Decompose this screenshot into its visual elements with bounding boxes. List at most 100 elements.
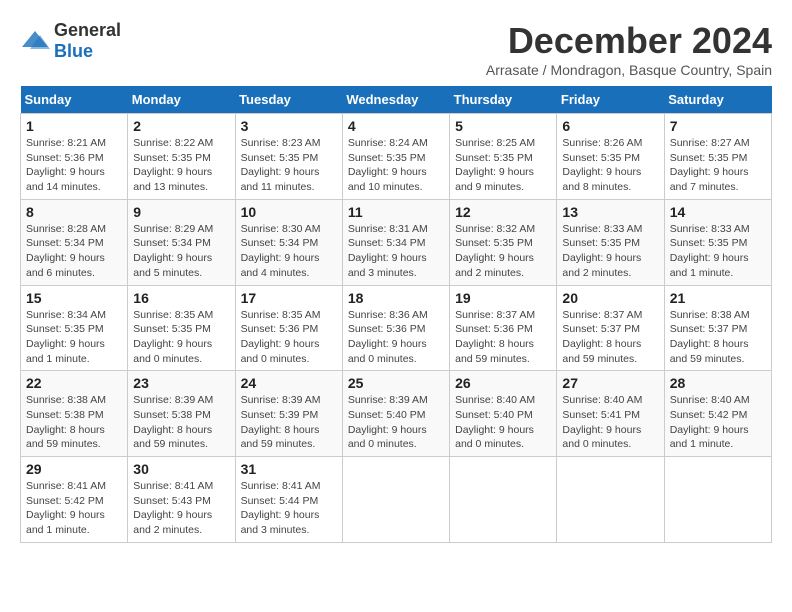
day-detail: Sunrise: 8:27 AMSunset: 5:35 PMDaylight:…: [670, 137, 750, 193]
column-header-tuesday: Tuesday: [235, 86, 342, 114]
day-detail: Sunrise: 8:38 AMSunset: 5:37 PMDaylight:…: [670, 309, 750, 365]
day-detail: Sunrise: 8:34 AMSunset: 5:35 PMDaylight:…: [26, 309, 106, 365]
column-header-friday: Friday: [557, 86, 664, 114]
day-detail: Sunrise: 8:29 AMSunset: 5:34 PMDaylight:…: [133, 223, 213, 279]
day-number: 10: [241, 204, 337, 220]
day-detail: Sunrise: 8:41 AMSunset: 5:42 PMDaylight:…: [26, 480, 106, 536]
calendar-header-row: SundayMondayTuesdayWednesdayThursdayFrid…: [21, 86, 772, 114]
day-detail: Sunrise: 8:35 AMSunset: 5:35 PMDaylight:…: [133, 309, 213, 365]
day-detail: Sunrise: 8:25 AMSunset: 5:35 PMDaylight:…: [455, 137, 535, 193]
day-number: 15: [26, 290, 122, 306]
day-number: 18: [348, 290, 444, 306]
day-number: 31: [241, 461, 337, 477]
day-detail: Sunrise: 8:32 AMSunset: 5:35 PMDaylight:…: [455, 223, 535, 279]
day-number: 9: [133, 204, 229, 220]
calendar-week-row: 1 Sunrise: 8:21 AMSunset: 5:36 PMDayligh…: [21, 114, 772, 200]
calendar-cell: 6 Sunrise: 8:26 AMSunset: 5:35 PMDayligh…: [557, 114, 664, 200]
day-number: 5: [455, 118, 551, 134]
calendar-cell: 5 Sunrise: 8:25 AMSunset: 5:35 PMDayligh…: [450, 114, 557, 200]
column-header-sunday: Sunday: [21, 86, 128, 114]
calendar-cell: 24 Sunrise: 8:39 AMSunset: 5:39 PMDaylig…: [235, 371, 342, 457]
day-number: 4: [348, 118, 444, 134]
calendar-cell: 7 Sunrise: 8:27 AMSunset: 5:35 PMDayligh…: [664, 114, 771, 200]
logo-blue: Blue: [54, 41, 93, 61]
calendar-cell: [557, 457, 664, 543]
logo-general: General: [54, 20, 121, 40]
day-detail: Sunrise: 8:38 AMSunset: 5:38 PMDaylight:…: [26, 394, 106, 450]
calendar-cell: 13 Sunrise: 8:33 AMSunset: 5:35 PMDaylig…: [557, 199, 664, 285]
logo-icon: [20, 29, 50, 53]
day-detail: Sunrise: 8:33 AMSunset: 5:35 PMDaylight:…: [670, 223, 750, 279]
day-number: 6: [562, 118, 658, 134]
day-number: 13: [562, 204, 658, 220]
day-detail: Sunrise: 8:23 AMSunset: 5:35 PMDaylight:…: [241, 137, 321, 193]
day-number: 2: [133, 118, 229, 134]
title-area: December 2024 Arrasate / Mondragon, Basq…: [486, 20, 772, 78]
day-number: 25: [348, 375, 444, 391]
column-header-thursday: Thursday: [450, 86, 557, 114]
calendar-cell: [342, 457, 449, 543]
day-number: 11: [348, 204, 444, 220]
day-detail: Sunrise: 8:24 AMSunset: 5:35 PMDaylight:…: [348, 137, 428, 193]
month-title: December 2024: [486, 20, 772, 62]
calendar-cell: 27 Sunrise: 8:40 AMSunset: 5:41 PMDaylig…: [557, 371, 664, 457]
day-detail: Sunrise: 8:28 AMSunset: 5:34 PMDaylight:…: [26, 223, 106, 279]
calendar-week-row: 29 Sunrise: 8:41 AMSunset: 5:42 PMDaylig…: [21, 457, 772, 543]
calendar-cell: 17 Sunrise: 8:35 AMSunset: 5:36 PMDaylig…: [235, 285, 342, 371]
day-number: 23: [133, 375, 229, 391]
calendar-week-row: 8 Sunrise: 8:28 AMSunset: 5:34 PMDayligh…: [21, 199, 772, 285]
day-number: 1: [26, 118, 122, 134]
day-detail: Sunrise: 8:37 AMSunset: 5:37 PMDaylight:…: [562, 309, 642, 365]
calendar-week-row: 15 Sunrise: 8:34 AMSunset: 5:35 PMDaylig…: [21, 285, 772, 371]
calendar-cell: 22 Sunrise: 8:38 AMSunset: 5:38 PMDaylig…: [21, 371, 128, 457]
calendar-cell: 8 Sunrise: 8:28 AMSunset: 5:34 PMDayligh…: [21, 199, 128, 285]
day-number: 7: [670, 118, 766, 134]
calendar-cell: 31 Sunrise: 8:41 AMSunset: 5:44 PMDaylig…: [235, 457, 342, 543]
calendar-cell: 11 Sunrise: 8:31 AMSunset: 5:34 PMDaylig…: [342, 199, 449, 285]
calendar-cell: 18 Sunrise: 8:36 AMSunset: 5:36 PMDaylig…: [342, 285, 449, 371]
day-number: 19: [455, 290, 551, 306]
day-detail: Sunrise: 8:33 AMSunset: 5:35 PMDaylight:…: [562, 223, 642, 279]
day-detail: Sunrise: 8:41 AMSunset: 5:44 PMDaylight:…: [241, 480, 321, 536]
day-detail: Sunrise: 8:22 AMSunset: 5:35 PMDaylight:…: [133, 137, 213, 193]
day-detail: Sunrise: 8:37 AMSunset: 5:36 PMDaylight:…: [455, 309, 535, 365]
calendar-cell: 14 Sunrise: 8:33 AMSunset: 5:35 PMDaylig…: [664, 199, 771, 285]
day-number: 3: [241, 118, 337, 134]
calendar-cell: 21 Sunrise: 8:38 AMSunset: 5:37 PMDaylig…: [664, 285, 771, 371]
day-detail: Sunrise: 8:41 AMSunset: 5:43 PMDaylight:…: [133, 480, 213, 536]
day-number: 29: [26, 461, 122, 477]
day-number: 27: [562, 375, 658, 391]
day-detail: Sunrise: 8:40 AMSunset: 5:40 PMDaylight:…: [455, 394, 535, 450]
calendar-cell: 28 Sunrise: 8:40 AMSunset: 5:42 PMDaylig…: [664, 371, 771, 457]
day-detail: Sunrise: 8:21 AMSunset: 5:36 PMDaylight:…: [26, 137, 106, 193]
day-detail: Sunrise: 8:39 AMSunset: 5:39 PMDaylight:…: [241, 394, 321, 450]
column-header-monday: Monday: [128, 86, 235, 114]
calendar-cell: 4 Sunrise: 8:24 AMSunset: 5:35 PMDayligh…: [342, 114, 449, 200]
location-title: Arrasate / Mondragon, Basque Country, Sp…: [486, 62, 772, 78]
page-header: General Blue December 2024 Arrasate / Mo…: [20, 20, 772, 78]
day-detail: Sunrise: 8:40 AMSunset: 5:42 PMDaylight:…: [670, 394, 750, 450]
calendar-cell: 12 Sunrise: 8:32 AMSunset: 5:35 PMDaylig…: [450, 199, 557, 285]
day-number: 28: [670, 375, 766, 391]
calendar-cell: 30 Sunrise: 8:41 AMSunset: 5:43 PMDaylig…: [128, 457, 235, 543]
day-number: 21: [670, 290, 766, 306]
calendar-table: SundayMondayTuesdayWednesdayThursdayFrid…: [20, 86, 772, 543]
day-number: 14: [670, 204, 766, 220]
day-detail: Sunrise: 8:40 AMSunset: 5:41 PMDaylight:…: [562, 394, 642, 450]
calendar-cell: [450, 457, 557, 543]
day-number: 30: [133, 461, 229, 477]
day-number: 20: [562, 290, 658, 306]
day-number: 26: [455, 375, 551, 391]
calendar-cell: 1 Sunrise: 8:21 AMSunset: 5:36 PMDayligh…: [21, 114, 128, 200]
day-detail: Sunrise: 8:31 AMSunset: 5:34 PMDaylight:…: [348, 223, 428, 279]
day-detail: Sunrise: 8:30 AMSunset: 5:34 PMDaylight:…: [241, 223, 321, 279]
calendar-cell: 25 Sunrise: 8:39 AMSunset: 5:40 PMDaylig…: [342, 371, 449, 457]
column-header-saturday: Saturday: [664, 86, 771, 114]
day-detail: Sunrise: 8:26 AMSunset: 5:35 PMDaylight:…: [562, 137, 642, 193]
day-number: 8: [26, 204, 122, 220]
day-number: 16: [133, 290, 229, 306]
calendar-cell: 29 Sunrise: 8:41 AMSunset: 5:42 PMDaylig…: [21, 457, 128, 543]
logo: General Blue: [20, 20, 121, 62]
day-detail: Sunrise: 8:39 AMSunset: 5:38 PMDaylight:…: [133, 394, 213, 450]
calendar-cell: 3 Sunrise: 8:23 AMSunset: 5:35 PMDayligh…: [235, 114, 342, 200]
